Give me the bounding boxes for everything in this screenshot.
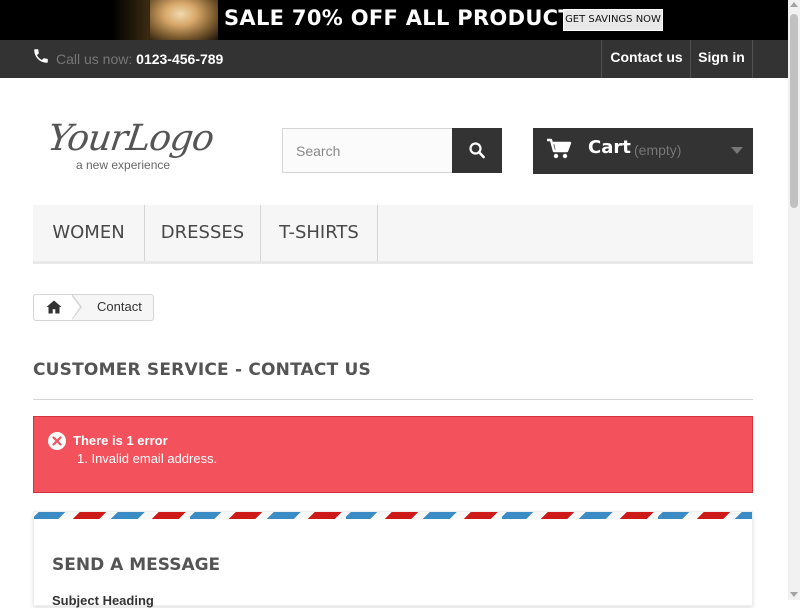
scrollbar-thumb[interactable] bbox=[790, 14, 798, 208]
home-icon bbox=[46, 300, 62, 314]
breadcrumb-home[interactable] bbox=[34, 295, 74, 320]
logo-tagline: a new experience bbox=[76, 158, 171, 172]
call-us-label: Call us now: bbox=[56, 51, 133, 67]
contact-us-link[interactable]: Contact us bbox=[601, 40, 691, 78]
contact-form-box: SEND A MESSAGE Subject Heading bbox=[33, 511, 753, 608]
alert-title: There is 1 error bbox=[73, 433, 168, 448]
phone-number: 0123-456-789 bbox=[136, 51, 224, 67]
cart-status: (empty) bbox=[634, 142, 682, 158]
logo-wordmark: YourLogo bbox=[45, 118, 216, 159]
cart-button[interactable]: Cart (empty) bbox=[533, 128, 753, 174]
breadcrumb: Contact bbox=[33, 294, 154, 321]
chevron-down-icon bbox=[731, 147, 743, 154]
get-savings-button[interactable]: GET SAVINGS NOW bbox=[563, 9, 663, 31]
error-alert: There is 1 error 1. Invalid email addres… bbox=[33, 416, 753, 493]
call-us-text: Call us now: 0123-456-789 bbox=[56, 51, 223, 67]
scroll-down-icon[interactable] bbox=[790, 592, 798, 597]
phone-icon bbox=[34, 49, 48, 63]
airmail-stripe bbox=[34, 512, 752, 519]
banner-model-image bbox=[150, 0, 218, 40]
cart-label: Cart bbox=[588, 137, 631, 158]
title-divider bbox=[33, 399, 753, 400]
cart-icon bbox=[547, 138, 572, 159]
breadcrumb-separator-fill bbox=[71, 295, 80, 320]
error-icon bbox=[48, 432, 66, 450]
menu-item-dresses[interactable]: DRESSES bbox=[145, 205, 261, 261]
subject-heading-label: Subject Heading bbox=[52, 593, 154, 608]
site-logo[interactable]: YourLogo a new experience bbox=[45, 118, 228, 178]
alert-item: 1. Invalid email address. bbox=[77, 451, 218, 466]
scroll-up-icon[interactable] bbox=[790, 2, 798, 7]
search-input[interactable] bbox=[283, 129, 453, 172]
breadcrumb-current: Contact bbox=[97, 299, 142, 314]
search-button[interactable] bbox=[452, 128, 502, 173]
form-title: SEND A MESSAGE bbox=[52, 555, 221, 575]
menu-item-women[interactable]: WOMEN bbox=[33, 205, 145, 261]
promo-banner[interactable]: SALE 70% OFF ALL PRODUCTS GET SAVINGS NO… bbox=[0, 0, 788, 40]
search-icon bbox=[469, 142, 485, 159]
sign-in-link[interactable]: Sign in bbox=[690, 40, 753, 78]
main-menu: WOMEN DRESSES T-SHIRTS bbox=[33, 205, 753, 264]
search-box bbox=[282, 128, 454, 173]
page-title: CUSTOMER SERVICE - CONTACT US bbox=[33, 360, 371, 380]
banner-headline: SALE 70% OFF ALL PRODUCTS bbox=[224, 6, 589, 30]
menu-item-t-shirts[interactable]: T-SHIRTS bbox=[261, 205, 378, 261]
